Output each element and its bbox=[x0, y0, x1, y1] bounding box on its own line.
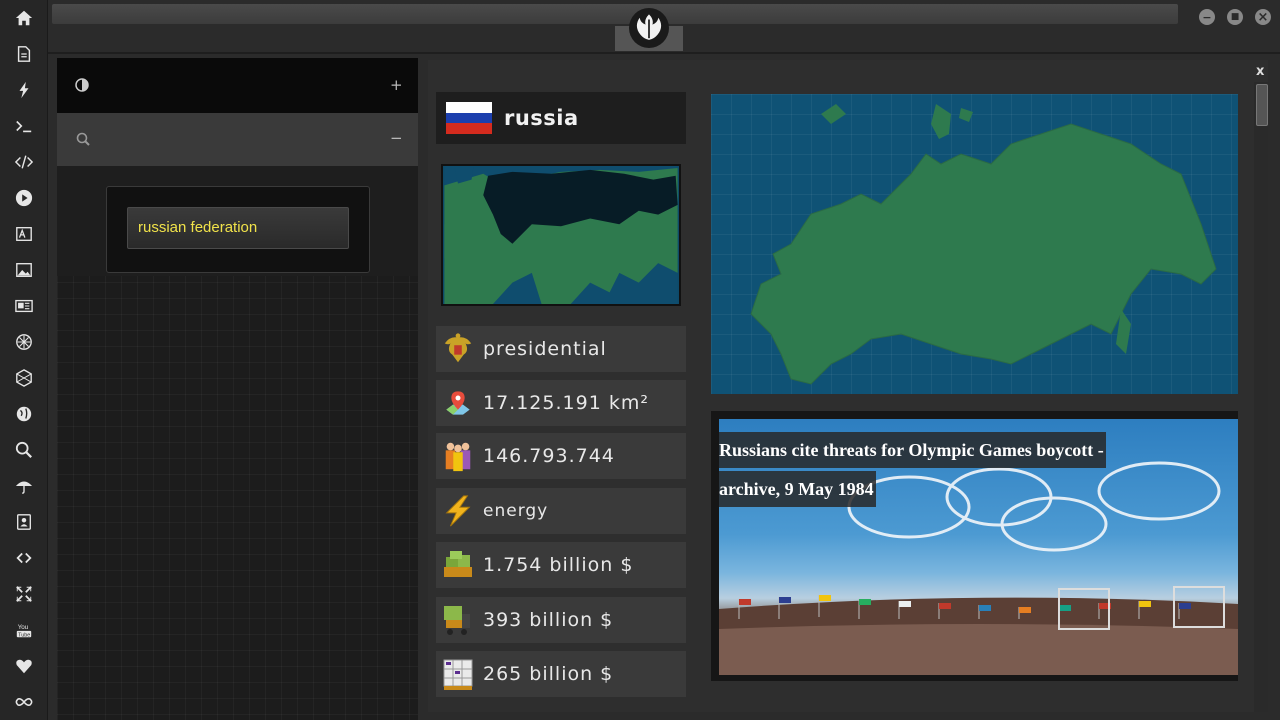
heart-icon[interactable] bbox=[0, 648, 48, 684]
sector-value: energy bbox=[483, 501, 549, 521]
code-icon[interactable] bbox=[0, 144, 48, 180]
gdp-value: 1.754 billion $ bbox=[483, 554, 634, 576]
cash-stack-icon bbox=[440, 547, 476, 583]
scrollbar[interactable] bbox=[1254, 82, 1268, 712]
image-icon[interactable] bbox=[0, 252, 48, 288]
maximize-button[interactable]: ■ bbox=[1227, 9, 1243, 25]
expand-icon[interactable] bbox=[0, 576, 48, 612]
energy-icon bbox=[440, 493, 476, 529]
newspaper-icon[interactable] bbox=[0, 288, 48, 324]
map-pin-icon bbox=[440, 385, 476, 421]
rebel-logo-icon[interactable] bbox=[629, 8, 669, 48]
infinity-icon[interactable] bbox=[0, 684, 48, 720]
news-image: Russians cite threats for Olympic Games … bbox=[719, 419, 1238, 675]
locator-map bbox=[441, 164, 681, 306]
government-type: presidential bbox=[483, 338, 607, 360]
terminal-icon[interactable] bbox=[0, 108, 48, 144]
search-icon[interactable] bbox=[0, 432, 48, 468]
coat-of-arms-icon bbox=[440, 331, 476, 367]
area-value: 17.125.191 km² bbox=[483, 392, 649, 414]
minimize-button[interactable]: − bbox=[1199, 9, 1215, 25]
search-input[interactable]: russian federation bbox=[127, 207, 349, 249]
hexagon-icon[interactable] bbox=[0, 360, 48, 396]
contacts-icon[interactable] bbox=[0, 504, 48, 540]
population-row: 146.793.744 bbox=[436, 433, 686, 479]
country-map[interactable] bbox=[711, 94, 1238, 394]
translate-icon[interactable] bbox=[0, 216, 48, 252]
divider bbox=[48, 52, 1280, 54]
news-headline[interactable]: Russians cite threats for Olympic Games … bbox=[719, 431, 1139, 509]
svg-text:Tube: Tube bbox=[18, 632, 30, 638]
close-button[interactable]: x bbox=[1256, 64, 1264, 79]
search-icon[interactable] bbox=[76, 132, 90, 150]
imports-value: 265 billion $ bbox=[483, 663, 614, 685]
area-row: 17.125.191 km² bbox=[436, 380, 686, 426]
scrollbar-thumb[interactable] bbox=[1256, 84, 1268, 126]
imports-row: 265 billion $ bbox=[436, 651, 686, 697]
country-header: russia bbox=[436, 92, 686, 144]
home-icon[interactable] bbox=[0, 0, 48, 36]
search-header: − bbox=[57, 113, 418, 166]
news-card[interactable]: Russians cite threats for Olympic Games … bbox=[711, 411, 1238, 681]
lightning-icon[interactable] bbox=[0, 72, 48, 108]
government-row: presidential bbox=[436, 326, 686, 372]
sector-row: energy bbox=[436, 488, 686, 534]
exit-button[interactable]: × bbox=[1255, 9, 1271, 25]
exports-value: 393 billion $ bbox=[483, 609, 614, 631]
collapse-button[interactable]: − bbox=[390, 129, 403, 147]
address-bar[interactable] bbox=[52, 4, 1178, 24]
umbrella-icon[interactable] bbox=[0, 468, 48, 504]
exports-row: 393 billion $ bbox=[436, 597, 686, 643]
population-value: 146.793.744 bbox=[483, 445, 615, 467]
gdp-row: 1.754 billion $ bbox=[436, 542, 686, 588]
play-icon[interactable] bbox=[0, 180, 48, 216]
parcel-boxes-icon bbox=[440, 656, 476, 692]
russia-flag-icon bbox=[446, 102, 492, 135]
people-icon bbox=[440, 438, 476, 474]
document-icon[interactable] bbox=[0, 36, 48, 72]
youtube-icon[interactable]: You Tube bbox=[0, 612, 48, 648]
search-card: russian federation bbox=[106, 186, 370, 273]
globe-icon[interactable] bbox=[0, 396, 48, 432]
sidebar-rail: You Tube bbox=[0, 0, 48, 720]
add-button[interactable]: + bbox=[390, 76, 403, 94]
svg-text:You: You bbox=[18, 624, 29, 631]
forklift-icon bbox=[440, 602, 476, 638]
left-panel: + − russian federation bbox=[57, 58, 418, 720]
contrast-icon[interactable] bbox=[75, 78, 89, 96]
link-icon[interactable] bbox=[0, 540, 48, 576]
country-name: russia bbox=[504, 106, 579, 130]
rebel-icon[interactable] bbox=[0, 324, 48, 360]
panel-header: + bbox=[57, 58, 418, 113]
